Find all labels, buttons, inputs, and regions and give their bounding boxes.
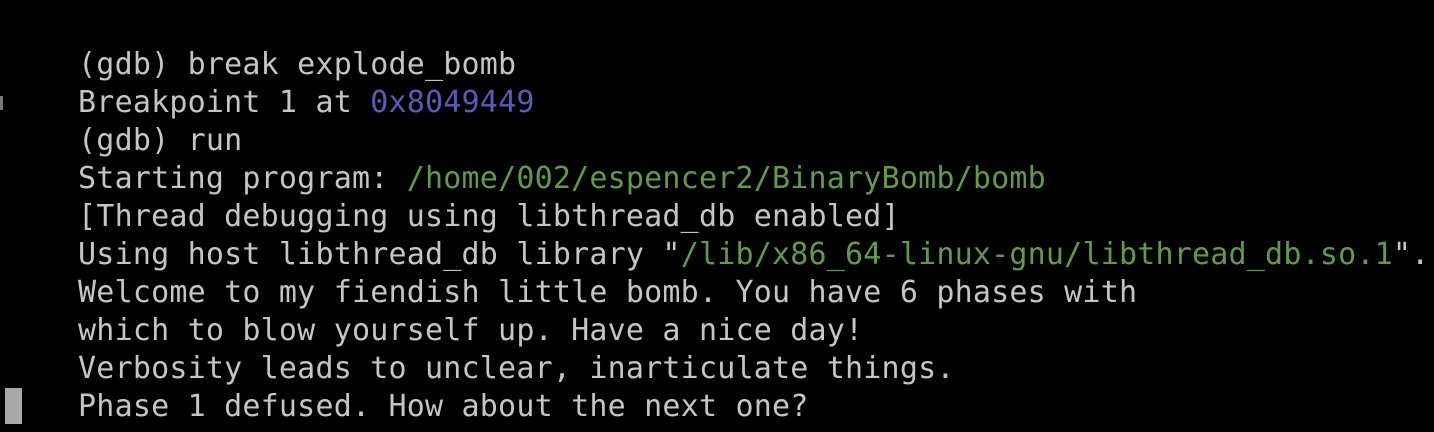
output-text: Phase 1 defused. How about the next one? — [78, 389, 809, 424]
terminal-line-breakpoint: Breakpoint 1 at 0x8049449 — [5, 46, 535, 120]
terminal-line-blow-up: which to blow yourself up. Have a nice d… — [5, 274, 863, 348]
terminal-line-welcome: Welcome to my fiendish little bomb. You … — [5, 236, 1137, 310]
breakpoint-address: 0x8049449 — [370, 85, 535, 120]
terminal-cursor — [5, 388, 22, 424]
terminal-line-phase1-input: Verbosity leads to unclear, inarticulate… — [5, 312, 955, 386]
terminal-line-phase1-defused: Phase 1 defused. How about the next one? — [5, 350, 809, 424]
terminal-line-starting-program: Starting program: /home/002/espencer2/Bi… — [5, 122, 1046, 196]
terminal-line-break-command: (gdb) break explode_bomb — [5, 8, 516, 82]
edge-marker — [0, 96, 3, 110]
terminal-line-thread-debugging: [Thread debugging using libthread_db ena… — [5, 160, 900, 234]
terminal-line-run-command: (gdb) run — [5, 84, 242, 158]
terminal-line-libthread: Using host libthread_db library "/lib/x8… — [5, 198, 1429, 272]
partial-output-line: g y — [5, 0, 115, 2]
output-text: ". — [1392, 237, 1430, 272]
terminal-window[interactable]: g y (gdb) break explode_bomb Breakpoint … — [0, 0, 1434, 432]
